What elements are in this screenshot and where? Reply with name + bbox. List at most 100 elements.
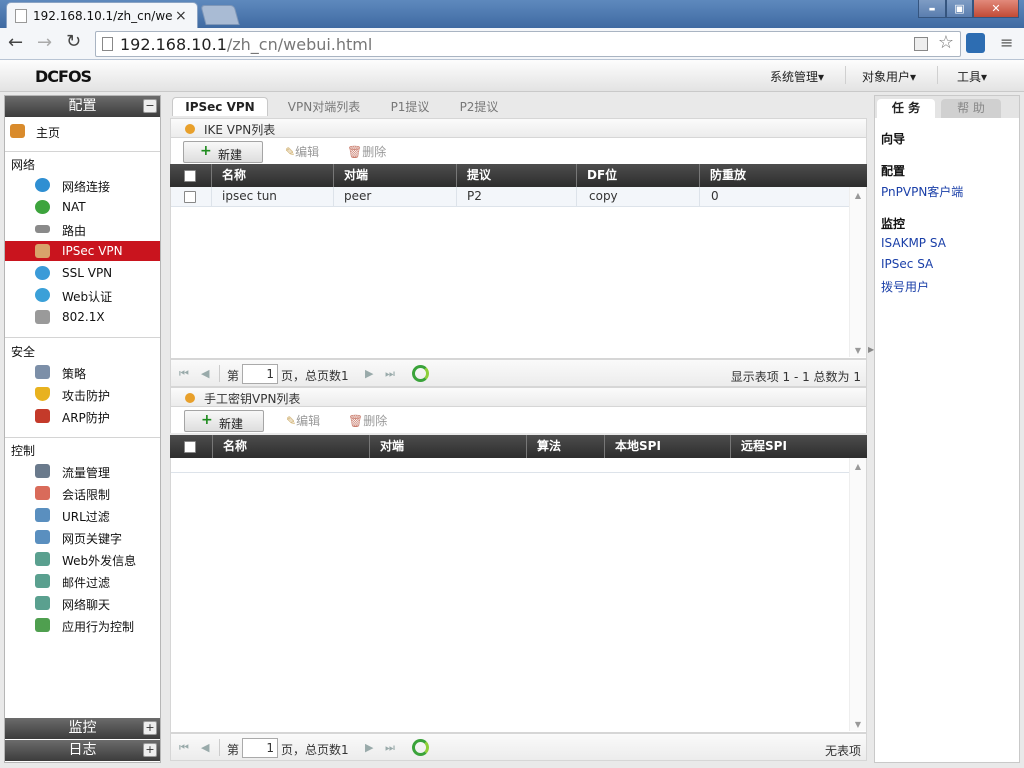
browser-tabstrip: 192.168.10.1/zh_cn/web × ▬ ▣ ✕ xyxy=(0,0,1024,28)
tab-p2-proposal[interactable]: P2提议 xyxy=(448,97,510,116)
scroll-down-icon[interactable]: ▼ xyxy=(850,346,866,355)
col-proposal[interactable]: 提议 xyxy=(456,164,576,187)
ike-panel-title: IKE VPN列表 xyxy=(170,118,867,138)
table-row[interactable]: ipsec tun peer P2 copy 0 xyxy=(171,187,849,207)
nav-attack-defense[interactable]: 攻击防护 xyxy=(5,384,160,404)
right-panel: 任 务 帮 助 向导 配置 PnPVPN客户端 监控 ISAKMP SA IPS… xyxy=(874,95,1020,763)
select-all-checkbox[interactable] xyxy=(184,170,196,182)
forward-icon[interactable]: → xyxy=(37,32,52,53)
col-df[interactable]: DF位 xyxy=(576,164,699,187)
nav-web-outbound[interactable]: Web外发信息 xyxy=(5,549,160,569)
nav-network-connection[interactable]: 网络连接 xyxy=(5,175,160,195)
nav-session-limit[interactable]: 会话限制 xyxy=(5,483,160,503)
select-all-checkbox[interactable] xyxy=(184,441,196,453)
ike-delete-button[interactable]: 🗑删除 xyxy=(347,143,386,160)
nav-home[interactable]: 主页 xyxy=(5,121,160,141)
last-page-icon[interactable]: ⏭ xyxy=(385,367,395,381)
close-window-button[interactable]: ✕ xyxy=(973,0,1019,18)
menu-object-user[interactable]: 对象用户▾ xyxy=(862,68,916,85)
new-tab-button[interactable] xyxy=(200,5,240,25)
refresh-icon[interactable] xyxy=(412,739,429,756)
next-page-icon[interactable]: ▶ xyxy=(365,741,373,754)
scroll-up-icon[interactable]: ▲ xyxy=(850,191,866,200)
minimize-button[interactable]: ▬ xyxy=(918,0,946,18)
reload-icon[interactable]: ↻ xyxy=(66,31,81,52)
expand-icon[interactable]: + xyxy=(143,721,157,735)
col-replay[interactable]: 防重放 xyxy=(699,164,861,187)
bookmark-star-icon[interactable]: ☆ xyxy=(938,32,954,53)
tab-close-icon[interactable]: × xyxy=(175,8,187,24)
tab-p1-proposal[interactable]: P1提议 xyxy=(378,97,442,116)
manual-scrollbar[interactable]: ▲ ▼ xyxy=(849,458,866,731)
nav-traffic-management[interactable]: 流量管理 xyxy=(5,461,160,481)
scroll-down-icon[interactable]: ▼ xyxy=(850,720,866,729)
link-isakmp-sa[interactable]: ISAKMP SA xyxy=(881,236,946,250)
col-remote-spi[interactable]: 远程SPI xyxy=(730,435,861,458)
ike-scrollbar[interactable]: ▲ ▼ xyxy=(849,187,866,357)
log-panel-header[interactable]: 日志 + xyxy=(5,740,160,761)
monitor-panel-header[interactable]: 监控 + xyxy=(5,718,160,739)
col-name[interactable]: 名称 xyxy=(212,435,369,458)
browser-tab[interactable]: 192.168.10.1/zh_cn/web × xyxy=(6,2,198,28)
scroll-up-icon[interactable]: ▲ xyxy=(850,462,866,471)
prev-page-icon[interactable]: ◀ xyxy=(201,367,209,380)
nav-nat[interactable]: NAT xyxy=(5,197,160,217)
col-local-spi[interactable]: 本地SPI xyxy=(604,435,730,458)
expand-icon[interactable]: + xyxy=(143,743,157,757)
last-page-icon[interactable]: ⏭ xyxy=(385,741,395,755)
nav-ipsec-vpn[interactable]: IPSec VPN xyxy=(5,241,160,261)
address-bar[interactable]: 192.168.10.1/zh_cn/webui.html ☆ xyxy=(95,31,961,57)
col-peer[interactable]: 对端 xyxy=(333,164,456,187)
next-page-icon[interactable]: ▶ xyxy=(365,367,373,380)
nav-route[interactable]: 路由 xyxy=(5,219,160,239)
menu-icon[interactable]: ≡ xyxy=(1000,33,1013,52)
first-page-icon[interactable]: ⏮ xyxy=(179,367,189,381)
maximize-button[interactable]: ▣ xyxy=(946,0,973,18)
refresh-icon[interactable] xyxy=(412,365,429,382)
ike-new-button[interactable]: + 新建 xyxy=(183,141,263,163)
menu-tools[interactable]: 工具▾ xyxy=(957,68,987,85)
manual-edit-button[interactable]: ✎编辑 xyxy=(286,412,320,429)
nav-web-auth[interactable]: Web认证 xyxy=(5,285,160,305)
arp-icon xyxy=(35,409,50,423)
nav-ssl-vpn[interactable]: SSL VPN xyxy=(5,263,160,283)
nav-app-behavior[interactable]: 应用行为控制 xyxy=(5,615,160,635)
first-page-icon[interactable]: ⏮ xyxy=(179,741,189,755)
ike-edit-button[interactable]: ✎编辑 xyxy=(285,143,319,160)
divider xyxy=(576,187,577,207)
manual-title: 手工密钥VPN列表 xyxy=(204,392,301,406)
manual-new-button[interactable]: + 新建 xyxy=(184,410,264,432)
nav-mail-filter[interactable]: 邮件过滤 xyxy=(5,571,160,591)
col-peer[interactable]: 对端 xyxy=(369,435,526,458)
link-dialup-users[interactable]: 拨号用户 xyxy=(881,278,929,295)
divider xyxy=(211,187,212,207)
extension-icon[interactable] xyxy=(966,33,985,53)
tab-ipsec-vpn[interactable]: IPSec VPN xyxy=(172,97,268,116)
page-input[interactable]: 1 xyxy=(242,364,278,384)
nav-8021x[interactable]: 802.1X xyxy=(5,307,160,327)
collapse-icon[interactable]: − xyxy=(143,99,157,113)
col-name[interactable]: 名称 xyxy=(211,164,333,187)
link-pnpvpn-client[interactable]: PnPVPN客户端 xyxy=(881,183,963,200)
tab-help[interactable]: 帮 助 xyxy=(941,99,1001,118)
link-ipsec-sa[interactable]: IPSec SA xyxy=(881,257,933,271)
nav-arp-defense[interactable]: ARP防护 xyxy=(5,406,160,426)
shield-icon xyxy=(35,387,50,401)
tab-vpn-peer-list[interactable]: VPN对端列表 xyxy=(274,97,374,116)
main-content: IPSec VPN VPN对端列表 P1提议 P2提议 IKE VPN列表 + 新… xyxy=(170,95,867,763)
nav-network-chat[interactable]: 网络聊天 xyxy=(5,593,160,613)
nav-label: 邮件过滤 xyxy=(62,576,111,590)
menu-system-management[interactable]: 系统管理▾ xyxy=(770,68,824,85)
page-input[interactable]: 1 xyxy=(242,738,278,758)
prev-page-icon[interactable]: ◀ xyxy=(201,741,209,754)
translate-icon[interactable] xyxy=(914,37,928,51)
nav-url-filter[interactable]: URL过滤 xyxy=(5,505,160,525)
col-algorithm[interactable]: 算法 xyxy=(526,435,604,458)
row-checkbox[interactable] xyxy=(184,191,196,203)
back-icon[interactable]: ← xyxy=(8,32,23,53)
tab-tasks[interactable]: 任 务 xyxy=(877,99,935,118)
manual-delete-button[interactable]: 🗑删除 xyxy=(348,412,387,429)
nav-policy[interactable]: 策略 xyxy=(5,362,160,382)
nav-page-keyword[interactable]: 网页关键字 xyxy=(5,527,160,547)
config-panel-header[interactable]: 配置 − xyxy=(5,96,160,117)
